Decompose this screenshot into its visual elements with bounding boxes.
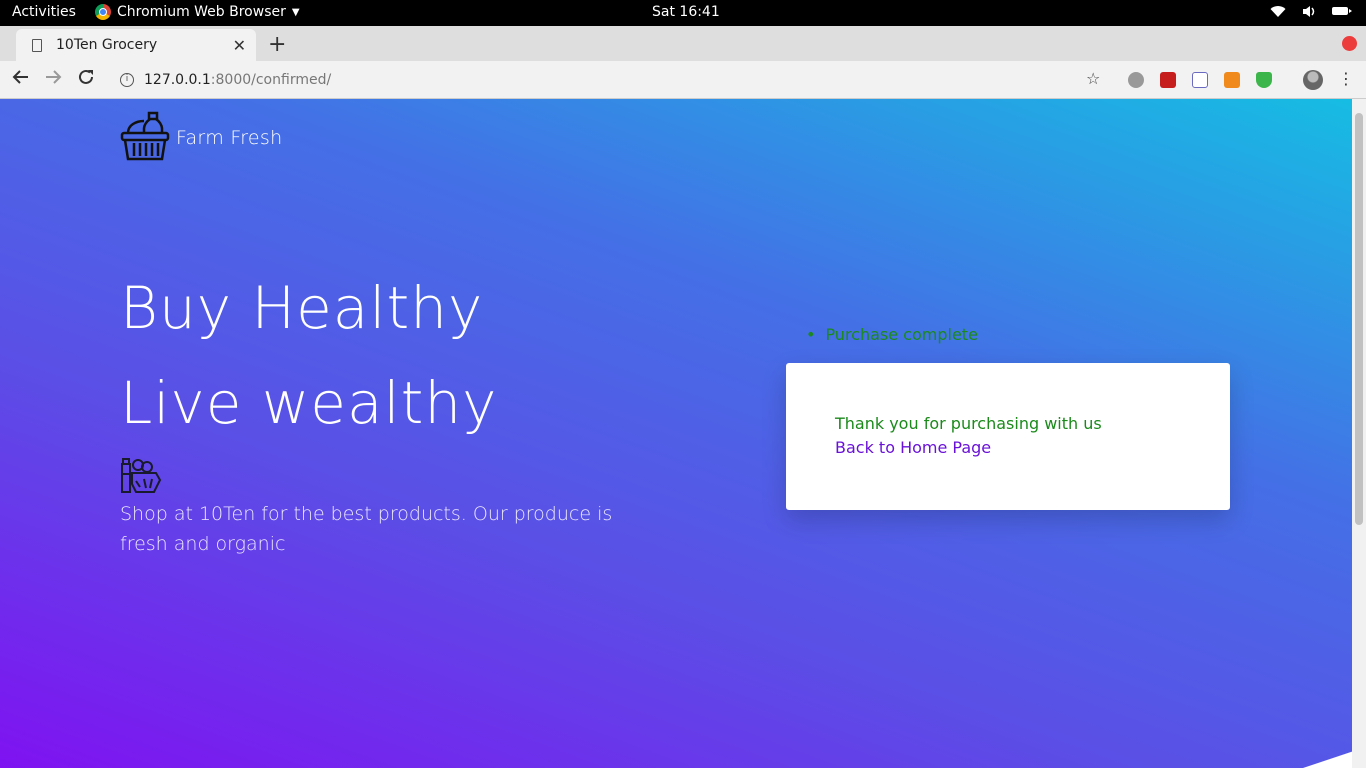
menu-kebab-icon[interactable]: ⋮ — [1338, 69, 1354, 88]
message-item: Purchase complete — [806, 325, 977, 344]
info-icon[interactable]: i — [120, 73, 134, 87]
new-tab-button[interactable]: + — [268, 32, 286, 57]
reload-button[interactable] — [77, 68, 95, 91]
messages-list: Purchase complete — [806, 325, 977, 344]
tab-title: 10Ten Grocery — [56, 37, 158, 53]
activities-button[interactable]: Activities — [12, 4, 76, 20]
app-name: Chromium Web Browser — [117, 4, 286, 20]
os-top-bar: Activities Chromium Web Browser ▼ Sat 16… — [0, 0, 1366, 26]
system-tray[interactable] — [1270, 5, 1352, 21]
extension-upload-icon[interactable] — [1192, 72, 1208, 88]
brand[interactable]: Farm Fresh — [120, 111, 282, 165]
app-menu[interactable]: Chromium Web Browser ▼ — [95, 4, 300, 20]
chevron-down-icon: ▼ — [291, 6, 300, 18]
groceries-icon — [120, 457, 162, 499]
bookmark-star-icon[interactable]: ☆ — [1086, 69, 1100, 88]
back-button[interactable] — [12, 68, 30, 91]
close-icon[interactable]: ✕ — [233, 36, 246, 55]
address-bar[interactable]: i 127.0.0.1 :8000/confirmed/ — [108, 65, 1118, 95]
headline-buy-healthy: Buy Healthy — [120, 274, 484, 342]
tab-active[interactable]: 10Ten Grocery ✕ — [16, 29, 256, 61]
brand-name: Farm Fresh — [176, 127, 283, 149]
thank-you-text: Thank you for purchasing with us — [835, 414, 1102, 433]
profile-avatar[interactable] — [1303, 70, 1323, 90]
extension-red-icon[interactable] — [1160, 72, 1176, 88]
url-host: 127.0.0.1 — [144, 72, 211, 88]
page-scrollbar[interactable] — [1352, 99, 1366, 768]
chrome-icon — [95, 4, 111, 20]
url-path: :8000/confirmed/ — [210, 72, 332, 88]
decorative-wedge — [1270, 749, 1352, 768]
recording-indicator-icon[interactable] — [1342, 36, 1357, 51]
volume-icon — [1302, 5, 1316, 21]
tagline: Shop at 10Ten for the best products. Our… — [120, 503, 613, 555]
page-content: Farm Fresh Buy Healthy Live wealthy Shop… — [0, 99, 1352, 768]
scrollbar-thumb[interactable] — [1355, 113, 1363, 525]
extension-shield-icon[interactable] — [1256, 72, 1272, 88]
document-icon — [32, 38, 42, 52]
clock[interactable]: Sat 16:41 — [652, 4, 720, 20]
extension-orange-icon[interactable] — [1224, 72, 1240, 88]
forward-button[interactable] — [44, 68, 62, 91]
browser-toolbar: i 127.0.0.1 :8000/confirmed/ ☆ ⋮ — [0, 61, 1366, 99]
confirmation-card: Thank you for purchasing with us Back to… — [786, 363, 1230, 510]
battery-icon — [1332, 5, 1352, 21]
basket-icon — [120, 111, 170, 165]
wifi-icon — [1270, 5, 1286, 21]
extension-gray-icon[interactable] — [1128, 72, 1144, 88]
tab-strip: 10Ten Grocery ✕ + — [0, 26, 1366, 61]
headline-live-wealthy: Live wealthy — [120, 369, 498, 437]
back-to-home-link[interactable]: Back to Home Page — [835, 438, 991, 457]
